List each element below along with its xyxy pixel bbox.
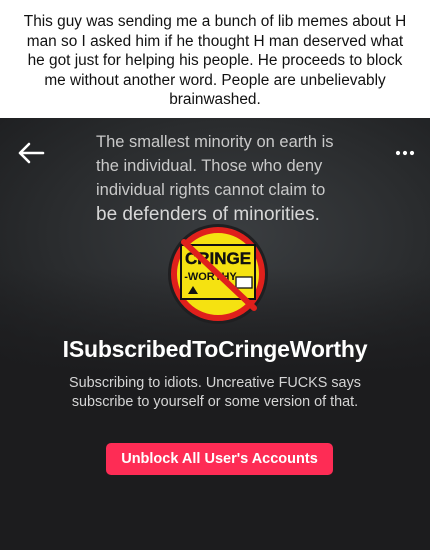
- no-cringe-logo-icon: CRINGE -WORTHY-: [168, 224, 268, 324]
- avatar[interactable]: CRINGE -WORTHY-: [166, 222, 270, 326]
- more-options-icon[interactable]: [394, 146, 416, 160]
- profile-screen: The smallest minority on earth is the in…: [0, 118, 430, 550]
- profile-username: ISubscribedToCringeWorthy: [62, 336, 368, 362]
- unblock-button[interactable]: Unblock All User's Accounts: [106, 443, 333, 475]
- logo-text-bottom: -WORTHY-: [184, 271, 240, 283]
- caption-text: This guy was sending me a bunch of lib m…: [23, 13, 407, 109]
- banner-quote-line-1: The smallest minority on earth is: [96, 133, 334, 151]
- post-caption: This guy was sending me a bunch of lib m…: [0, 0, 430, 118]
- profile-bio: Subscribing to idiots. Uncreative FUCKS …: [69, 375, 361, 410]
- banner-quote-line-3: individual rights cannot claim to: [96, 181, 326, 199]
- banner-quote-line-2: the individual. Those who deny: [96, 157, 323, 175]
- back-arrow-icon[interactable]: [16, 140, 46, 166]
- banner-quote: The smallest minority on earth is the in…: [96, 130, 396, 228]
